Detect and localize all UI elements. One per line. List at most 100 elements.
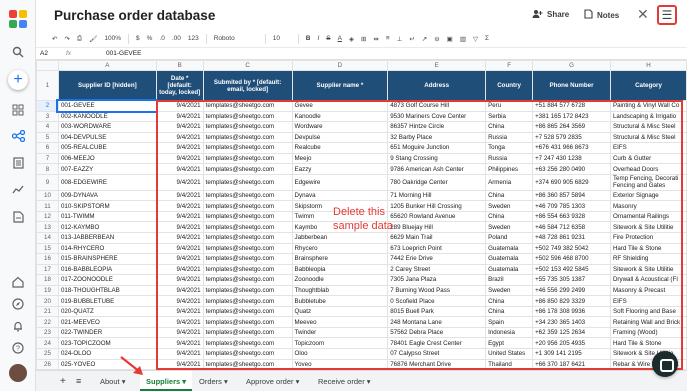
cell-name[interactable]: Wordware bbox=[291, 121, 389, 133]
column-header[interactable]: E bbox=[387, 60, 487, 71]
cell-name[interactable]: Meeveo bbox=[291, 316, 389, 328]
cell-name[interactable]: Zoonoodle bbox=[291, 274, 389, 286]
cell-category[interactable]: Structural & Misc Steel bbox=[609, 131, 687, 144]
header-cell[interactable]: Country bbox=[485, 70, 534, 101]
cell-category[interactable]: Masonry bbox=[609, 200, 687, 212]
cell-reference[interactable]: A2 bbox=[36, 50, 66, 57]
cell-country[interactable]: United States bbox=[485, 348, 534, 360]
cell-phone[interactable]: +86 360 857 5894 bbox=[532, 189, 611, 202]
cell-email[interactable]: templates@sheetgo.com bbox=[202, 358, 293, 370]
cell-country[interactable]: Philippines bbox=[485, 163, 534, 175]
flow-icon[interactable] bbox=[10, 128, 26, 144]
cell-country[interactable]: Poland bbox=[485, 232, 534, 244]
cell-country[interactable]: Guatemala bbox=[485, 263, 534, 276]
cell-country[interactable]: China bbox=[485, 121, 534, 133]
cell-email[interactable]: templates@sheetgo.com bbox=[202, 200, 293, 212]
cell-email[interactable]: templates@sheetgo.com bbox=[202, 253, 293, 265]
row-number[interactable]: 15 bbox=[36, 242, 59, 255]
cell-address[interactable]: 8015 Buell Park bbox=[387, 305, 487, 318]
cell-country[interactable]: Serbia bbox=[485, 110, 534, 123]
borders-icon[interactable]: ⊞ bbox=[361, 35, 366, 43]
cell-country[interactable]: Sweden bbox=[485, 221, 534, 233]
cell-date[interactable]: 9/4/2021 bbox=[155, 142, 204, 154]
bell-icon[interactable] bbox=[10, 318, 26, 334]
row-number[interactable]: 4 bbox=[36, 121, 59, 133]
currency-button[interactable]: $ bbox=[136, 35, 140, 42]
cell-id[interactable]: 006-MEEJO bbox=[57, 152, 157, 165]
cell-id[interactable]: 011-TWIMM bbox=[57, 210, 157, 223]
cell-category[interactable]: EIFS bbox=[609, 295, 687, 307]
cell-date[interactable]: 9/4/2021 bbox=[155, 100, 204, 112]
cell-name[interactable]: Topiczoom bbox=[291, 337, 389, 350]
add-icon[interactable]: + bbox=[8, 70, 28, 90]
redo-icon[interactable]: ↷ bbox=[64, 35, 69, 43]
cell-country[interactable]: China bbox=[485, 189, 534, 202]
cell-country[interactable]: Russia bbox=[485, 131, 534, 144]
cell-phone[interactable]: +34 230 365 1403 bbox=[532, 316, 611, 328]
cell-phone[interactable]: +1 309 141 2195 bbox=[532, 348, 611, 360]
tab-about[interactable]: About ▾ bbox=[100, 377, 125, 386]
column-header[interactable]: D bbox=[291, 60, 389, 71]
cell-address[interactable]: 248 Montana Lane bbox=[387, 316, 487, 328]
cell-country[interactable]: China bbox=[485, 305, 534, 318]
tab-approve-order[interactable]: Approve order ▾ bbox=[246, 377, 299, 386]
cell-email[interactable]: templates@sheetgo.com bbox=[202, 274, 293, 286]
cell-phone[interactable]: +374 690 905 6829 bbox=[532, 173, 611, 191]
cell-address[interactable]: 57562 Debra Place bbox=[387, 326, 487, 339]
avatar[interactable] bbox=[9, 364, 27, 382]
cell-category[interactable]: Fire Protection bbox=[609, 232, 687, 244]
cell-id[interactable]: 003-WORDWARE bbox=[57, 121, 157, 133]
cell-phone[interactable]: +86 554 663 9328 bbox=[532, 210, 611, 223]
cell-category[interactable]: Overhead Doors bbox=[609, 163, 687, 175]
cell-address[interactable]: 9530 Mariners Cove Center bbox=[387, 110, 487, 123]
cell-email[interactable]: templates@sheetgo.com bbox=[202, 163, 293, 175]
cell-date[interactable]: 9/4/2021 bbox=[155, 305, 204, 318]
column-header[interactable]: B bbox=[155, 60, 204, 71]
row-number[interactable]: 19 bbox=[36, 284, 59, 297]
cell-id[interactable]: 002-KANOODLE bbox=[57, 110, 157, 123]
cell-id[interactable]: 019-BUBBLETUBE bbox=[57, 295, 157, 307]
cell-email[interactable]: templates@sheetgo.com bbox=[202, 110, 293, 123]
cell-id[interactable]: 013-JABBERBEAN bbox=[57, 232, 157, 244]
wrap-icon[interactable]: ↵ bbox=[409, 35, 414, 43]
column-header[interactable]: F bbox=[485, 60, 534, 71]
cell-address[interactable]: 32 Barby Place bbox=[387, 131, 487, 144]
cell-name[interactable]: Kanoodle bbox=[291, 110, 389, 123]
cell-category[interactable]: Sitework & Site Utilitie bbox=[609, 221, 687, 233]
cell-date[interactable]: 9/4/2021 bbox=[155, 221, 204, 233]
cell-date[interactable]: 9/4/2021 bbox=[155, 284, 204, 297]
column-header[interactable]: G bbox=[532, 60, 611, 71]
cell-email[interactable]: templates@sheetgo.com bbox=[202, 152, 293, 165]
row-number[interactable]: 13 bbox=[36, 221, 59, 233]
cell-date[interactable]: 9/4/2021 bbox=[155, 121, 204, 133]
cell-email[interactable]: templates@sheetgo.com bbox=[202, 348, 293, 360]
cell-country[interactable]: Sweden bbox=[485, 200, 534, 212]
cell-id[interactable]: 021-MEEVEO bbox=[57, 316, 157, 328]
cell-id[interactable]: 012-KAYMBO bbox=[57, 221, 157, 233]
tab-receive-order[interactable]: Receive order ▾ bbox=[318, 377, 371, 386]
cell-phone[interactable]: +55 735 305 1387 bbox=[532, 274, 611, 286]
cell-country[interactable]: Sweden bbox=[485, 284, 534, 297]
tab-orders[interactable]: Orders ▾ bbox=[199, 377, 228, 386]
cell-date[interactable]: 9/4/2021 bbox=[155, 110, 204, 123]
cell-address[interactable]: 7305 Jana Plaza bbox=[387, 274, 487, 286]
cell-phone[interactable]: +51 884 577 6728 bbox=[532, 100, 611, 112]
cell-id[interactable]: 023-TOPICZOOM bbox=[57, 337, 157, 350]
header-cell[interactable]: Address bbox=[387, 70, 487, 101]
percent-button[interactable]: % bbox=[147, 35, 153, 42]
cell-address[interactable]: 65620 Rowland Avenue bbox=[387, 210, 487, 223]
comment-icon[interactable]: ▣ bbox=[447, 35, 453, 43]
cell-name[interactable]: Twinder bbox=[291, 326, 389, 339]
cell-address[interactable]: 651 Moguire Junction bbox=[387, 142, 487, 154]
header-cell[interactable]: Phone Number bbox=[532, 70, 611, 101]
row-number[interactable]: 21 bbox=[36, 305, 59, 318]
cell-country[interactable]: China bbox=[485, 210, 534, 223]
cell-category[interactable]: Sitework & Site Utilitie bbox=[609, 263, 687, 276]
align-icon[interactable]: ≡ bbox=[386, 35, 390, 42]
cell-id[interactable]: 005-REALCUBE bbox=[57, 142, 157, 154]
undo-icon[interactable]: ↶ bbox=[52, 35, 57, 43]
cell-email[interactable]: templates@sheetgo.com bbox=[202, 242, 293, 255]
cell-email[interactable]: templates@sheetgo.com bbox=[202, 284, 293, 297]
all-sheets-icon[interactable]: ≡ bbox=[76, 376, 81, 386]
row-number[interactable]: 11 bbox=[36, 200, 59, 212]
